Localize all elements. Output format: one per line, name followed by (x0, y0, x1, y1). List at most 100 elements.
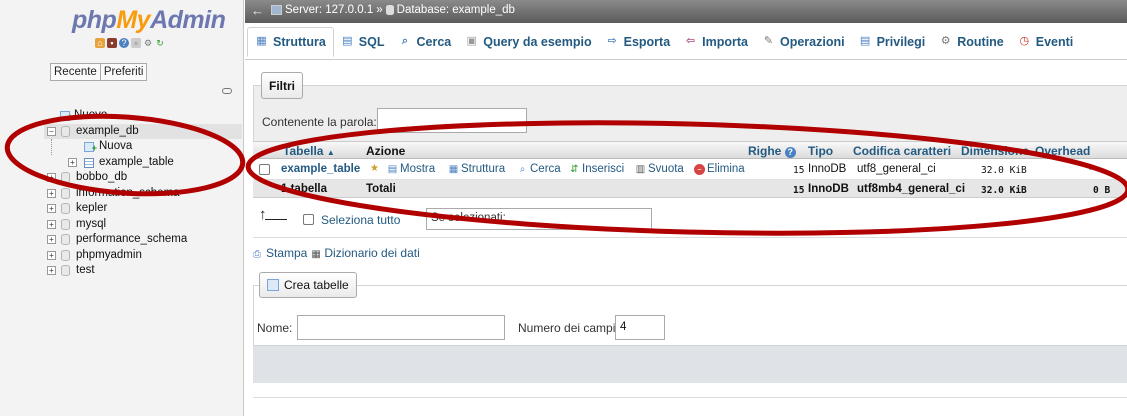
action-drop[interactable]: − Elimina (694, 163, 745, 175)
back-arrow-icon[interactable]: ← (251, 3, 264, 18)
tab-privileges[interactable]: ▤ Privilegi (852, 27, 933, 57)
tab-export[interactable]: ⇨ Esporta (599, 27, 678, 57)
expand-icon[interactable]: + (47, 235, 56, 244)
action-browse[interactable]: ▤ Mostra (387, 163, 435, 175)
table-header-row: Tabella ▲ Azione Righe ? Tipo Codifica c… (253, 141, 1127, 159)
tab-operations[interactable]: ✎ Operazioni (755, 27, 852, 57)
filter-input[interactable] (377, 108, 527, 133)
tree-item-example-table[interactable]: + example_table (44, 155, 242, 171)
expand-icon[interactable]: + (47, 204, 56, 213)
browse-icon: ▤ (387, 163, 398, 175)
row-size[interactable]: 32.0 KiB (981, 165, 1027, 176)
link-icon[interactable] (222, 88, 232, 94)
expand-icon[interactable]: + (47, 219, 56, 229)
data-dictionary-link[interactable]: ▦ Dizionario dei dati (311, 246, 419, 261)
navigation-panel: phpMyAdmin ⌂ ▪ ? ▫ ⚙ ↻ Recente Preferiti… (0, 0, 244, 416)
database-tree: Nuovo − example_db Nuova + example_table… (44, 108, 242, 279)
row-engine: InnoDB (808, 163, 847, 175)
column-count-input[interactable]: 4 (615, 315, 665, 340)
tree-item-new[interactable]: Nuovo (44, 108, 242, 125)
database-icon (61, 234, 70, 245)
breadcrumb-database[interactable]: Database: example_db (397, 4, 515, 16)
tab-routines[interactable]: ⚙ Routine (932, 27, 1011, 57)
tab-sql[interactable]: ▤ SQL (334, 27, 392, 57)
database-icon (61, 218, 70, 230)
totals-rows: 15 (793, 185, 805, 196)
help-icon[interactable]: ? (119, 38, 129, 48)
export-icon: ⇨ (607, 35, 617, 47)
tab-import[interactable]: ⇦ Importa (677, 27, 755, 57)
table-name-link[interactable]: example_table (281, 163, 360, 175)
tab-events[interactable]: ◷ Eventi (1011, 27, 1081, 57)
collapse-icon[interactable]: − (47, 126, 56, 136)
db-icon[interactable]: ▪ (107, 38, 117, 48)
row-count: 15 (793, 165, 805, 176)
tree-item-db[interactable]: + performance_schema (44, 232, 242, 248)
database-icon (61, 125, 70, 137)
column-header-overhead[interactable]: Overhead (1035, 144, 1090, 158)
routine-icon: ⚙ (940, 35, 951, 47)
tree-item-db[interactable]: + phpmyadmin (44, 248, 242, 264)
print-link[interactable]: ⎙ Stampa (253, 246, 307, 261)
create-table-legend[interactable]: Crea tabelle (259, 272, 357, 298)
tree-item-db[interactable]: + mysql (44, 217, 242, 233)
tab-structure[interactable]: ▦ Struttura (247, 26, 334, 57)
expand-icon[interactable]: + (47, 250, 56, 260)
tab-query[interactable]: ▣ Query da esempio (458, 27, 598, 57)
column-header-rows[interactable]: Righe ? (748, 144, 796, 158)
tree-item-db[interactable]: + information_schema (44, 186, 242, 202)
table-name-label: Nome: (257, 321, 293, 335)
column-header-collation[interactable]: Codifica caratteri (853, 144, 951, 158)
totals-overhead: 0 B (1093, 185, 1111, 196)
home-icon[interactable]: ⌂ (95, 38, 105, 48)
expand-icon[interactable]: + (47, 173, 56, 182)
with-selected-dropdown[interactable]: Se selezionati: (426, 208, 652, 230)
tree-item-db[interactable]: + bobbo_db (44, 170, 242, 186)
check-all-label[interactable]: Seleziona tutto (321, 213, 400, 227)
row-overhead: - (1089, 163, 1093, 175)
column-header-size[interactable]: Dimensione (961, 144, 1029, 158)
action-insert[interactable]: ⇵ Inserisci (569, 163, 624, 175)
create-table-footer (253, 345, 1127, 383)
expand-icon[interactable]: + (68, 157, 77, 167)
expand-icon[interactable]: + (47, 266, 56, 275)
breadcrumb: Server: 127.0.0.1 » Database: example_db (271, 4, 515, 16)
tree-item-db[interactable]: + kepler (44, 201, 242, 217)
action-empty[interactable]: ▥ Svuota (635, 163, 684, 175)
action-search[interactable]: ⌕ Cerca (517, 163, 561, 175)
utility-links: ⎙ Stampa ▦ Dizionario dei dati (253, 246, 420, 261)
tree-item-db[interactable]: + test (44, 263, 242, 279)
table-name-input[interactable] (297, 315, 505, 340)
sql-icon: ▤ (342, 35, 353, 47)
tab-favorites[interactable]: Preferiti (100, 63, 148, 81)
search-icon: ⌕ (401, 35, 409, 47)
phpmyadmin-logo[interactable]: phpMyAdmin (72, 6, 226, 35)
tab-recent[interactable]: Recente (50, 63, 101, 81)
tree-item-new-table[interactable]: Nuova (44, 139, 242, 156)
check-all-checkbox[interactable] (303, 214, 314, 225)
database-icon (61, 249, 70, 261)
main-tabs: ▦ Struttura ▤ SQL ⌕ Cerca ▣ Query da ese… (245, 24, 1127, 60)
breadcrumb-server[interactable]: Server: 127.0.0.1 (285, 4, 373, 16)
database-icon (61, 203, 70, 214)
help-icon[interactable]: ? (784, 147, 796, 158)
tree-item-example-db[interactable]: − example_db (44, 123, 242, 139)
column-count-label: Numero dei campi: (518, 321, 619, 335)
column-header-action: Azione (366, 144, 406, 158)
structure-icon: ▦ (448, 163, 459, 175)
row-checkbox[interactable] (259, 164, 270, 175)
column-header-type[interactable]: Tipo (808, 144, 833, 158)
docs-icon[interactable]: ▫ (131, 38, 141, 48)
breadcrumb-bar: ← Server: 127.0.0.1 » Database: example_… (245, 0, 1127, 23)
column-header-table[interactable]: Tabella ▲ (283, 144, 335, 158)
reload-icon[interactable]: ↻ (155, 38, 165, 48)
search-icon: ⌕ (519, 163, 526, 175)
totals-label: Totali (366, 183, 396, 195)
tab-search[interactable]: ⌕ Cerca (391, 27, 458, 57)
favorite-star-icon[interactable]: ★ (369, 163, 380, 174)
settings-icon[interactable]: ⚙ (143, 38, 153, 48)
totals-engine: InnoDB (808, 183, 849, 195)
action-structure[interactable]: ▦ Struttura (448, 163, 505, 175)
expand-icon[interactable]: + (47, 188, 56, 198)
query-icon: ▣ (466, 35, 477, 47)
